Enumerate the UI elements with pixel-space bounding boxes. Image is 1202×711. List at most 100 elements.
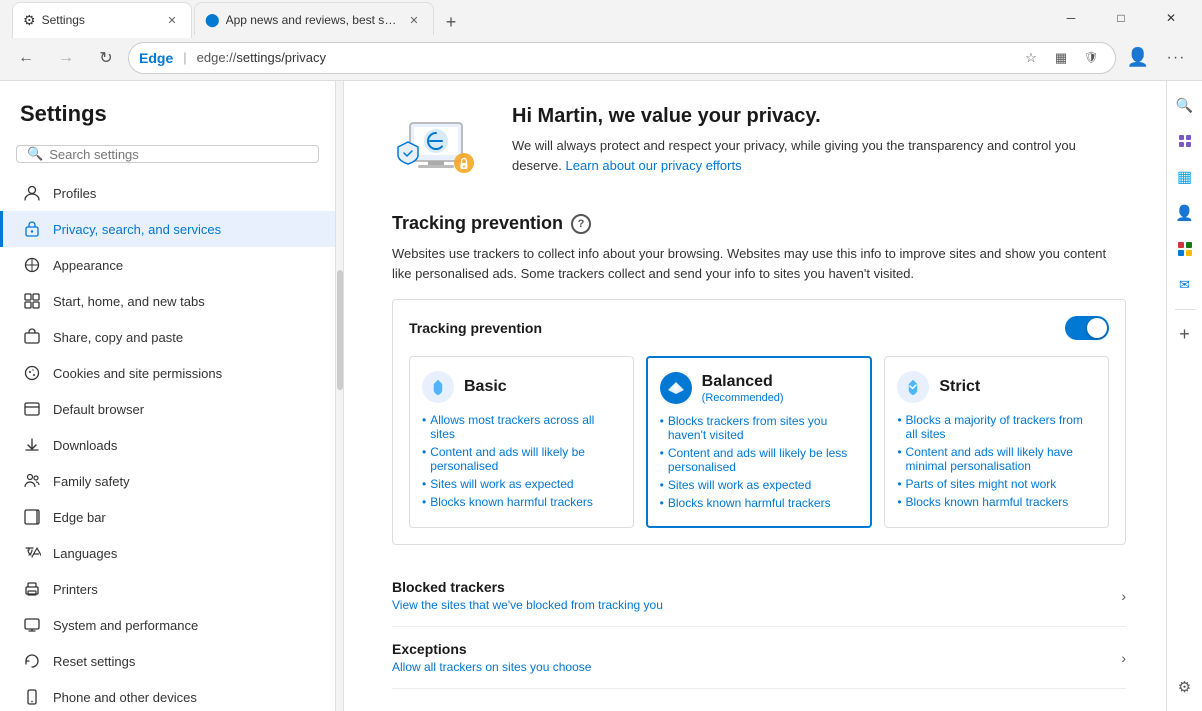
tracking-option-balanced[interactable]: Balanced (Recommended) Blocks trackers f…	[646, 356, 873, 528]
help-icon[interactable]: ?	[571, 214, 591, 234]
strict-feature-2: Content and ads will likely have minimal…	[897, 443, 1096, 475]
sidebar-collections-button[interactable]: ▦	[1169, 161, 1201, 193]
scrollbar-thumb[interactable]	[337, 270, 343, 390]
close-button[interactable]: ✕	[1148, 0, 1194, 35]
sidebar-add-button[interactable]: +	[1169, 318, 1201, 350]
sidebar-item-label-privacy: Privacy, search, and services	[53, 222, 221, 237]
right-panel: 🔍 ▦ 👤 ✉ + ⚙	[1166, 81, 1202, 711]
reset-icon	[23, 652, 41, 670]
sidebar-item-appearance[interactable]: Appearance	[0, 247, 335, 283]
settings-tab-title: Settings	[42, 13, 157, 27]
downloads-icon	[23, 436, 41, 454]
sidebar-item-reset[interactable]: Reset settings	[0, 643, 335, 679]
sidebar-settings-button[interactable]: ⚙	[1169, 671, 1201, 703]
sidebar-item-share[interactable]: Share, copy and paste	[0, 319, 335, 355]
sidebar-item-label-edgebar: Edge bar	[53, 510, 106, 525]
tracking-desc: Websites use trackers to collect info ab…	[392, 244, 1126, 283]
tracking-box-header: Tracking prevention	[409, 316, 1109, 340]
maximize-button[interactable]: □	[1098, 0, 1144, 35]
sidebar-item-privacy[interactable]: Privacy, search, and services	[0, 211, 335, 247]
forward-button[interactable]: →	[48, 40, 84, 76]
sidebar-item-start-home[interactable]: Start, home, and new tabs	[0, 283, 335, 319]
privacy-icon	[23, 220, 41, 238]
sidebar-search-button[interactable]: 🔍	[1169, 89, 1201, 121]
blocked-trackers-title: Blocked trackers	[392, 579, 663, 595]
printers-icon	[23, 580, 41, 598]
tab-news[interactable]: ⬤ App news and reviews, best soft… ✕	[194, 2, 434, 38]
profiles-icon	[23, 184, 41, 202]
right-toolbar: 👤 ···	[1120, 40, 1194, 76]
browser-content: Settings 🔍 Profiles Priva	[0, 81, 1202, 711]
sidebar-outlook-button[interactable]: ✉	[1169, 269, 1201, 301]
strict-title-block: Strict	[939, 378, 980, 396]
favorites-button[interactable]: ☆	[1017, 44, 1045, 72]
address-bar[interactable]: Edge | edge://settings/privacy ☆ ▦ 🛡	[128, 42, 1116, 74]
edgebar-icon	[23, 508, 41, 526]
exceptions-item[interactable]: Exceptions Allow all trackers on sites y…	[392, 627, 1126, 689]
exceptions-desc: Allow all trackers on sites you choose	[392, 660, 591, 674]
basic-title-block: Basic	[464, 378, 507, 396]
sidebar-extensions-button[interactable]	[1169, 125, 1201, 157]
search-box[interactable]: 🔍	[16, 145, 319, 163]
balanced-title-block: Balanced (Recommended)	[702, 373, 784, 404]
blocked-trackers-item[interactable]: Blocked trackers View the sites that we'…	[392, 565, 1126, 627]
more-options-button[interactable]: ···	[1158, 40, 1194, 76]
blocked-trackers-left: Blocked trackers View the sites that we'…	[392, 579, 663, 612]
new-tab-button[interactable]: +	[436, 8, 466, 38]
family-icon	[23, 472, 41, 490]
profile-icon-button[interactable]: 🛡	[1077, 44, 1105, 72]
tab-settings[interactable]: ⚙ Settings ✕	[12, 2, 192, 38]
sidebar-item-downloads[interactable]: Downloads	[0, 427, 335, 463]
privacy-efforts-link[interactable]: Learn about our privacy efforts	[566, 158, 742, 173]
strict-feature-3: Parts of sites might not work	[897, 475, 1096, 493]
refresh-button[interactable]: ↻	[88, 40, 124, 76]
sidebar-item-label-phone: Phone and other devices	[53, 690, 197, 705]
sidebar-office-button[interactable]	[1169, 233, 1201, 265]
tracking-option-strict[interactable]: Strict Blocks a majority of trackers fro…	[884, 356, 1109, 528]
sidebar-item-phone[interactable]: Phone and other devices	[0, 679, 335, 711]
sidebar-item-system[interactable]: System and performance	[0, 607, 335, 643]
sidebar-item-label-system: System and performance	[53, 618, 198, 633]
sidebar-item-family[interactable]: Family safety	[0, 463, 335, 499]
tracking-options-row: Basic Allows most trackers across all si…	[409, 356, 1109, 528]
sidebar-profile-button[interactable]: 👤	[1169, 197, 1201, 229]
languages-icon	[23, 544, 41, 562]
minimize-button[interactable]: ─	[1048, 0, 1094, 35]
balanced-features: Blocks trackers from sites you haven't v…	[660, 412, 859, 512]
sidebar-scrollbar[interactable]	[336, 81, 344, 711]
back-button[interactable]: ←	[8, 40, 44, 76]
tracking-toggle[interactable]	[1065, 316, 1109, 340]
sidebar-item-edgebar[interactable]: Edge bar	[0, 499, 335, 535]
cookies-icon	[23, 364, 41, 382]
news-tab-close[interactable]: ✕	[405, 11, 423, 29]
tracking-option-basic[interactable]: Basic Allows most trackers across all si…	[409, 356, 634, 528]
hero-image	[392, 105, 492, 185]
search-input[interactable]	[49, 147, 308, 162]
address-text: edge://settings/privacy	[197, 50, 1011, 65]
sidebar-item-printers[interactable]: Printers	[0, 571, 335, 607]
toggle-knob	[1087, 318, 1107, 338]
hero-text: Hi Martin, we value your privacy. We wil…	[512, 105, 1126, 175]
strict-feature-4: Blocks known harmful trackers	[897, 493, 1096, 511]
basic-icon	[422, 371, 454, 403]
basic-feature-1: Allows most trackers across all sites	[422, 411, 621, 443]
strict-feature-1: Blocks a majority of trackers from all s…	[897, 411, 1096, 443]
collections-button[interactable]: ▦	[1047, 44, 1075, 72]
sidebar-item-profiles[interactable]: Profiles	[0, 175, 335, 211]
exceptions-left: Exceptions Allow all trackers on sites y…	[392, 641, 591, 674]
basic-card-title: Basic	[464, 378, 507, 396]
sidebar-item-default-browser[interactable]: Default browser	[0, 391, 335, 427]
default-browser-icon	[23, 400, 41, 418]
user-profile-button[interactable]: 👤	[1120, 40, 1156, 76]
strict-icon	[897, 371, 929, 403]
settings-tab-close[interactable]: ✕	[163, 11, 181, 29]
sidebar-item-cookies[interactable]: Cookies and site permissions	[0, 355, 335, 391]
sidebar-item-languages[interactable]: Languages	[0, 535, 335, 571]
address-actions: ☆ ▦ 🛡	[1017, 44, 1105, 72]
tab-bar: ⚙ Settings ✕ ⬤ App news and reviews, bes…	[8, 0, 1044, 38]
sidebar-item-label-reset: Reset settings	[53, 654, 135, 669]
strict-card-header: Strict	[897, 371, 1096, 403]
privacy-hero: Hi Martin, we value your privacy. We wil…	[392, 105, 1126, 185]
sidebar-item-label-family: Family safety	[53, 474, 130, 489]
browser-toolbar: ← → ↻ Edge | edge://settings/privacy ☆ ▦…	[0, 35, 1202, 81]
